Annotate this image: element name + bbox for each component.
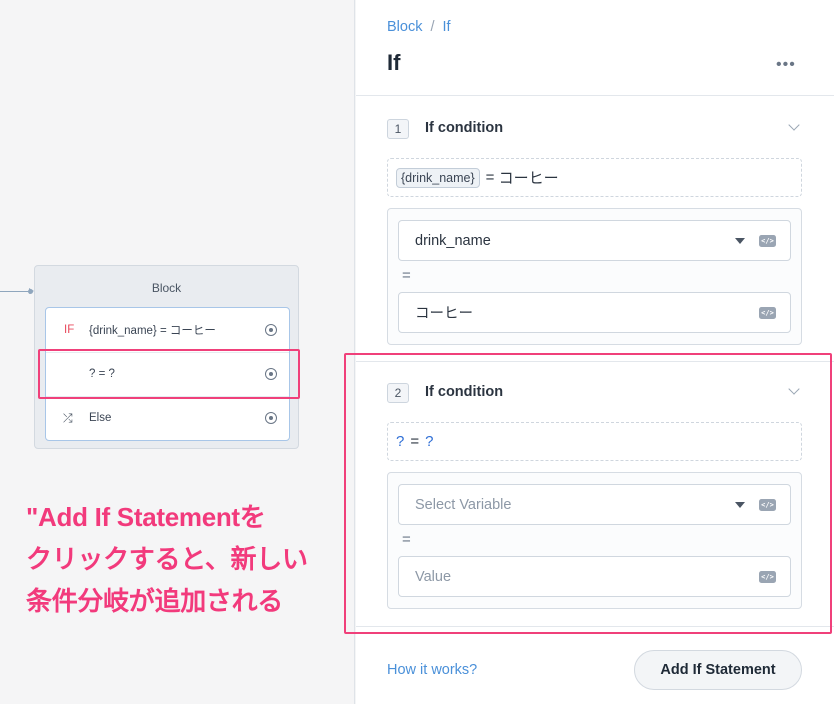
highlight-box-new-row — [38, 349, 300, 399]
chevron-down-icon[interactable] — [788, 119, 800, 131]
connection-target-icon[interactable] — [265, 412, 277, 424]
summary-value: コーヒー — [498, 170, 559, 187]
breadcrumb-current[interactable]: If — [443, 19, 451, 35]
condition-summary: {drink_name} = コーヒー — [387, 158, 802, 197]
more-horizontal-icon[interactable]: ••• — [776, 56, 796, 74]
breadcrumb-block-link[interactable]: Block — [387, 19, 422, 35]
block-row-if[interactable]: IF {drink_name} = コーヒー — [46, 308, 289, 352]
block-row-text: Else — [89, 412, 112, 424]
annotation-text: "Add If Statementを クリックすると、新しい 条件分岐が追加され… — [26, 496, 346, 622]
connector-dot — [28, 289, 33, 294]
connection-target-icon[interactable] — [265, 324, 277, 336]
summary-operator: = — [485, 169, 495, 186]
how-it-works-link[interactable]: How it works? — [387, 662, 477, 678]
variable-select[interactable]: drink_name </> — [398, 220, 791, 261]
annotation-line: "Add If Statementを — [26, 502, 266, 532]
condition-section-1: 1 If condition {drink_name} = コーヒー drink_… — [356, 96, 834, 361]
variable-chip: {drink_name} — [396, 167, 480, 188]
condition-number-badge: 1 — [387, 119, 409, 139]
value-input-text: コーヒー — [415, 306, 473, 322]
flow-canvas[interactable]: Block IF {drink_name} = コーヒー ? = ? ⤮ Els… — [0, 0, 355, 704]
caret-down-icon[interactable] — [735, 238, 745, 244]
condition-form: drink_name </> = コーヒー </> — [387, 208, 802, 345]
add-if-statement-button[interactable]: Add If Statement — [634, 650, 802, 690]
condition-label: If condition — [425, 120, 504, 136]
code-icon[interactable]: </> — [759, 307, 776, 319]
shuffle-icon: ⤮ — [63, 410, 73, 425]
block-row-else[interactable]: ⤮ Else — [46, 396, 289, 440]
connector-line — [0, 288, 34, 294]
variable-select-value: drink_name — [415, 232, 491, 249]
breadcrumb: Block / If — [387, 19, 451, 35]
block-row-text: {drink_name} = コーヒー — [89, 325, 216, 337]
breadcrumb-separator: / — [430, 19, 435, 35]
code-icon[interactable]: </> — [759, 235, 776, 247]
if-tag: IF — [64, 324, 75, 336]
annotation-line: クリックすると、新しい — [26, 544, 308, 574]
annotation-line: 条件分岐が追加される — [26, 586, 284, 616]
page-title: If — [387, 50, 401, 75]
operator-equals: = — [402, 267, 411, 284]
highlight-box-new-condition — [344, 353, 832, 634]
value-input[interactable]: コーヒー </> — [398, 292, 791, 333]
block-title: Block — [151, 281, 182, 295]
